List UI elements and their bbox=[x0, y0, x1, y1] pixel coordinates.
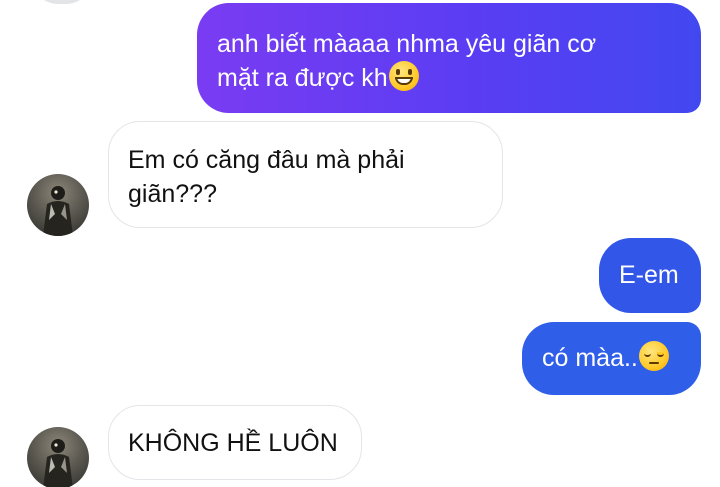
person-silhouette-icon bbox=[43, 186, 73, 236]
chat-thread: anh biết màaaa nhma yêu giãn cơ mặt ra đ… bbox=[0, 0, 720, 487]
message-text: E-em bbox=[619, 261, 679, 289]
outgoing-message-bubble[interactable]: E-em bbox=[599, 238, 701, 313]
grinning-face-icon bbox=[388, 61, 419, 91]
outgoing-message-bubble[interactable]: có màa.. bbox=[522, 322, 701, 395]
incoming-message-bubble[interactable]: Em có căng đâu mà phải giãn??? bbox=[108, 121, 503, 228]
outgoing-message-bubble[interactable]: anh biết màaaa nhma yêu giãn cơ mặt ra đ… bbox=[197, 3, 701, 113]
contact-avatar[interactable] bbox=[27, 174, 89, 236]
person-silhouette-icon bbox=[43, 439, 73, 487]
message-text: KHÔNG HỀ LUÔN bbox=[128, 429, 338, 457]
contact-avatar[interactable] bbox=[27, 427, 89, 487]
pensive-face-icon bbox=[638, 341, 669, 371]
cropped-avatar bbox=[32, 0, 92, 4]
message-text: Em có căng đâu mà phải giãn??? bbox=[128, 146, 405, 208]
incoming-message-bubble[interactable]: KHÔNG HỀ LUÔN bbox=[108, 405, 362, 480]
message-text: có màa.. bbox=[542, 344, 638, 372]
